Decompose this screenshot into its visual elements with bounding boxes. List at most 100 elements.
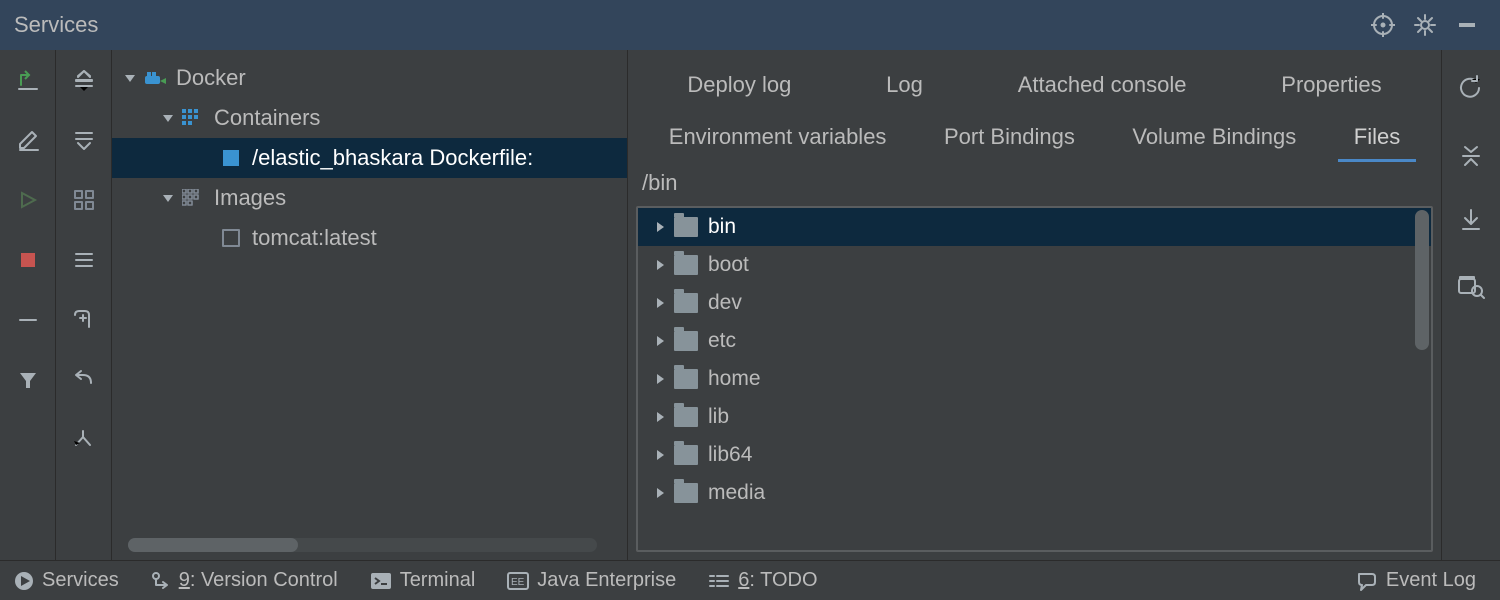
folder-icon (674, 369, 698, 389)
minimize-icon[interactable] (1448, 6, 1486, 44)
footer-version-control[interactable]: 9: Version Control (135, 561, 354, 600)
tab-environment[interactable]: Environment variables (653, 114, 903, 162)
target-icon[interactable] (1364, 6, 1402, 44)
file-name: media (708, 481, 765, 505)
status-bar: Services 9: Version Control Terminal EE … (0, 560, 1500, 600)
tree-label: Containers (214, 105, 320, 131)
tree-label: Images (214, 185, 286, 211)
footer-services[interactable]: Services (8, 561, 135, 600)
collapse-icon[interactable] (1451, 134, 1491, 174)
folder-icon (674, 407, 698, 427)
svg-text:EE: EE (511, 577, 525, 588)
tree-node-container[interactable]: /elastic_bhaskara Dockerfile: (112, 138, 627, 178)
footer-label: 9: Version Control (179, 569, 338, 592)
footer-terminal[interactable]: Terminal (354, 561, 492, 600)
undo-icon[interactable] (64, 360, 104, 400)
gear-icon[interactable] (1406, 6, 1444, 44)
chevron-right-icon[interactable] (648, 329, 672, 353)
files-list: bin boot dev etc home lib lib64 media (636, 206, 1433, 552)
right-toolbar (1442, 50, 1500, 560)
panel-body: Docker Containers /elastic_bhaskara Dock… (0, 50, 1500, 560)
folder-icon (674, 217, 698, 237)
footer-label: Terminal (400, 569, 476, 592)
list-icon[interactable] (64, 240, 104, 280)
chevron-right-icon[interactable] (648, 405, 672, 429)
tree-spacer (194, 146, 218, 170)
tree-node-images[interactable]: Images (112, 178, 627, 218)
image-icon (218, 229, 244, 247)
chevron-down-icon[interactable] (118, 66, 142, 90)
branch-icon[interactable] (64, 420, 104, 460)
footer-java-enterprise[interactable]: EE Java Enterprise (491, 561, 692, 600)
tab-files[interactable]: Files (1338, 114, 1416, 162)
panel-header: Services (0, 0, 1500, 50)
tab-deploy-log[interactable]: Deploy log (671, 62, 807, 110)
chevron-down-icon[interactable] (156, 106, 180, 130)
chevron-down-icon[interactable] (156, 186, 180, 210)
download-icon[interactable] (1451, 200, 1491, 240)
file-name: boot (708, 253, 749, 277)
folder-icon (674, 445, 698, 465)
file-row[interactable]: dev (638, 284, 1431, 322)
tree-node-docker[interactable]: Docker (112, 58, 627, 98)
run-icon[interactable] (8, 180, 48, 220)
service-tree: Docker Containers /elastic_bhaskara Dock… (112, 50, 628, 560)
left-toolbar-2 (56, 50, 112, 560)
panel-title: Services (14, 12, 98, 38)
chevron-right-icon[interactable] (648, 291, 672, 315)
add-tab-icon[interactable] (64, 300, 104, 340)
edit-icon[interactable] (8, 120, 48, 160)
tab-volume-bindings[interactable]: Volume Bindings (1116, 114, 1312, 162)
file-name: bin (708, 215, 736, 239)
tree-label: /elastic_bhaskara Dockerfile: (252, 145, 533, 171)
file-row[interactable]: lib (638, 398, 1431, 436)
filter-icon[interactable] (8, 360, 48, 400)
docker-icon (142, 68, 168, 88)
file-row[interactable]: lib64 (638, 436, 1431, 474)
files-path: /bin (628, 162, 1441, 206)
footer-label: Event Log (1386, 569, 1476, 592)
collapse-all-icon[interactable] (64, 120, 104, 160)
vertical-scrollbar[interactable] (1415, 210, 1429, 350)
stop-icon[interactable] (8, 240, 48, 280)
detail-tabs: Deploy log Log Attached console Properti… (628, 50, 1441, 162)
file-row[interactable]: bin (638, 208, 1431, 246)
tab-properties[interactable]: Properties (1265, 62, 1397, 110)
file-name: dev (708, 291, 742, 315)
file-name: lib (708, 405, 729, 429)
left-toolbar-1 (0, 50, 56, 560)
refresh-icon[interactable] (1451, 68, 1491, 108)
folder-icon (674, 483, 698, 503)
grid-icon[interactable] (64, 180, 104, 220)
tab-log[interactable]: Log (870, 62, 939, 110)
footer-event-log[interactable]: Event Log (1340, 561, 1492, 600)
chevron-right-icon[interactable] (648, 367, 672, 391)
file-row[interactable]: home (638, 360, 1431, 398)
tab-attached-console[interactable]: Attached console (1002, 62, 1203, 110)
tree-node-containers[interactable]: Containers (112, 98, 627, 138)
file-row[interactable]: etc (638, 322, 1431, 360)
chevron-right-icon[interactable] (648, 443, 672, 467)
file-row[interactable]: media (638, 474, 1431, 512)
file-name: etc (708, 329, 736, 353)
chevron-right-icon[interactable] (648, 253, 672, 277)
scrollbar-thumb[interactable] (128, 538, 298, 552)
footer-todo[interactable]: 6: TODO (692, 561, 833, 600)
minus-icon[interactable] (8, 300, 48, 340)
images-icon (180, 189, 206, 207)
tree-node-image[interactable]: tomcat:latest (112, 218, 627, 258)
expand-all-icon[interactable] (64, 60, 104, 100)
file-row[interactable]: boot (638, 246, 1431, 284)
file-name: home (708, 367, 761, 391)
folder-icon (674, 255, 698, 275)
inspect-icon[interactable] (1451, 266, 1491, 306)
chevron-right-icon[interactable] (648, 215, 672, 239)
deploy-icon[interactable] (8, 60, 48, 100)
footer-label: Services (42, 569, 119, 592)
horizontal-scrollbar[interactable] (128, 538, 597, 552)
chevron-right-icon[interactable] (648, 481, 672, 505)
tab-port-bindings[interactable]: Port Bindings (928, 114, 1091, 162)
tree-label: Docker (176, 65, 246, 91)
folder-icon (674, 331, 698, 351)
tree-label: tomcat:latest (252, 225, 377, 251)
